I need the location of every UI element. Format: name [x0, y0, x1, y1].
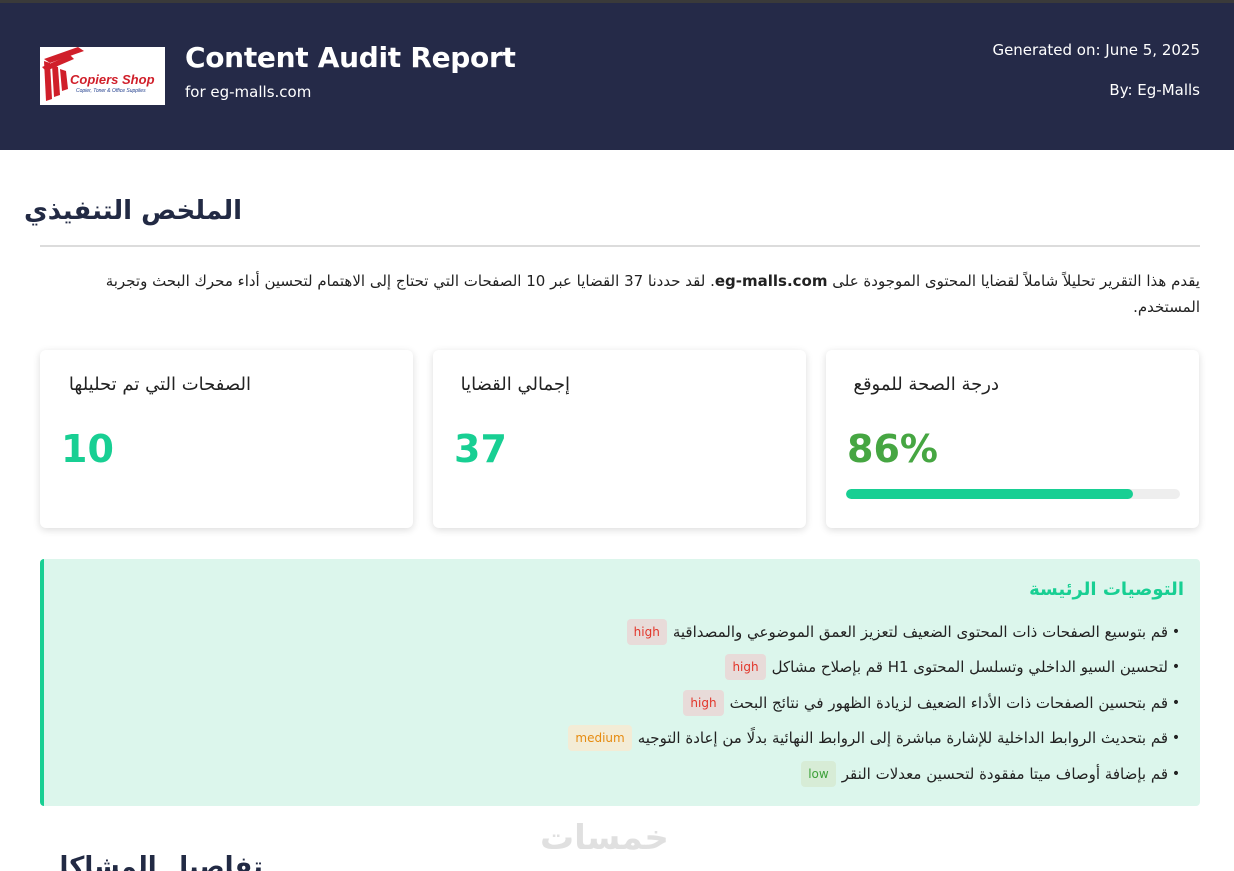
bullet-icon: • [1171, 659, 1181, 676]
bullet-icon: • [1171, 765, 1181, 782]
card-label: درجة الصحة للموقع [853, 374, 999, 395]
report-title: Content Audit Report [185, 41, 516, 74]
summary-text-start: يقدم هذا التقرير تحليلاً شاملاً لقضايا ا… [827, 272, 1200, 290]
priority-badge: medium [568, 725, 632, 752]
bullet-icon: • [1171, 694, 1181, 711]
recommendation-text: قم بتحديث الروابط الداخلية للإشارة مباشر… [637, 729, 1168, 748]
recommendation-item: • قم بتحسين الصفحات ذات الأداء الضعيف لزي… [84, 685, 1184, 721]
recommendation-item: • لتحسين السيو الداخلي وتسلسل المحتوى H1 … [84, 650, 1184, 686]
recommendation-item: • قم بتحديث الروابط الداخلية للإشارة مباش… [84, 721, 1184, 757]
report-header: Copiers Shop Copier, Toner & Office Supp… [0, 3, 1234, 150]
executive-summary-title: الملخص التنفيذي [23, 196, 242, 226]
priority-badge: low [801, 760, 836, 787]
executive-summary-text: يقدم هذا التقرير تحليلاً شاملاً لقضايا ا… [40, 268, 1200, 320]
total-issues-card: إجمالي القضايا 37 [433, 350, 806, 528]
summary-domain: eg-malls.com [714, 272, 828, 290]
recommendation-text: قم بتوسيع الصفحات ذات المحتوى الضعيف لتع… [672, 622, 1168, 641]
pages-analyzed-value: 10 [61, 427, 114, 471]
priority-badge: high [626, 618, 667, 645]
report-author: By: Eg-Malls [1109, 81, 1200, 99]
recommendations-list: • قم بتوسيع الصفحات ذات المحتوى الضعيف لت… [84, 614, 1184, 792]
recommendation-text: قم بإضافة أوصاف ميتا مفقودة لتحسين معدلا… [841, 764, 1168, 783]
report-domain: for eg-malls.com [185, 83, 312, 101]
health-progress-bar [846, 489, 1180, 499]
priority-badge: high [725, 654, 766, 681]
recommendation-item: • قم بإضافة أوصاف ميتا مفقودة لتحسين معدل… [84, 756, 1184, 792]
recommendations-title: التوصيات الرئيسة [1029, 579, 1184, 600]
bullet-icon: • [1171, 623, 1181, 640]
recommendation-item: • قم بتوسيع الصفحات ذات المحتوى الضعيف لت… [84, 614, 1184, 650]
bullet-icon: • [1171, 730, 1181, 747]
recommendation-text: لتحسين السيو الداخلي وتسلسل المحتوى H1 ق… [771, 658, 1168, 677]
logo-tagline: Copier, Toner & Office Supplies [76, 88, 146, 94]
pages-analyzed-card: الصفحات التي تم تحليلها 10 [40, 350, 413, 528]
priority-badge: high [683, 689, 724, 716]
total-issues-value: 37 [454, 427, 507, 471]
logo-text: Copiers Shop [70, 72, 155, 87]
company-logo: Copiers Shop Copier, Toner & Office Supp… [40, 47, 165, 105]
card-label: إجمالي القضايا [460, 374, 570, 395]
generated-date: Generated on: June 5, 2025 [992, 41, 1200, 59]
health-progress-fill [846, 489, 1134, 499]
issue-details-title: تفاصيل المشاكل [46, 852, 263, 871]
card-label: الصفحات التي تم تحليلها [68, 374, 251, 395]
recommendations-panel: التوصيات الرئيسة • قم بتوسيع الصفحات ذات … [40, 559, 1200, 806]
site-health-card: درجة الصحة للموقع 86% [826, 350, 1199, 528]
site-health-value: 86% [847, 427, 938, 471]
section-divider [40, 245, 1200, 247]
watermark-logo: خمسات [540, 818, 669, 858]
recommendation-text: قم بتحسين الصفحات ذات الأداء الضعيف لزيا… [729, 693, 1168, 712]
